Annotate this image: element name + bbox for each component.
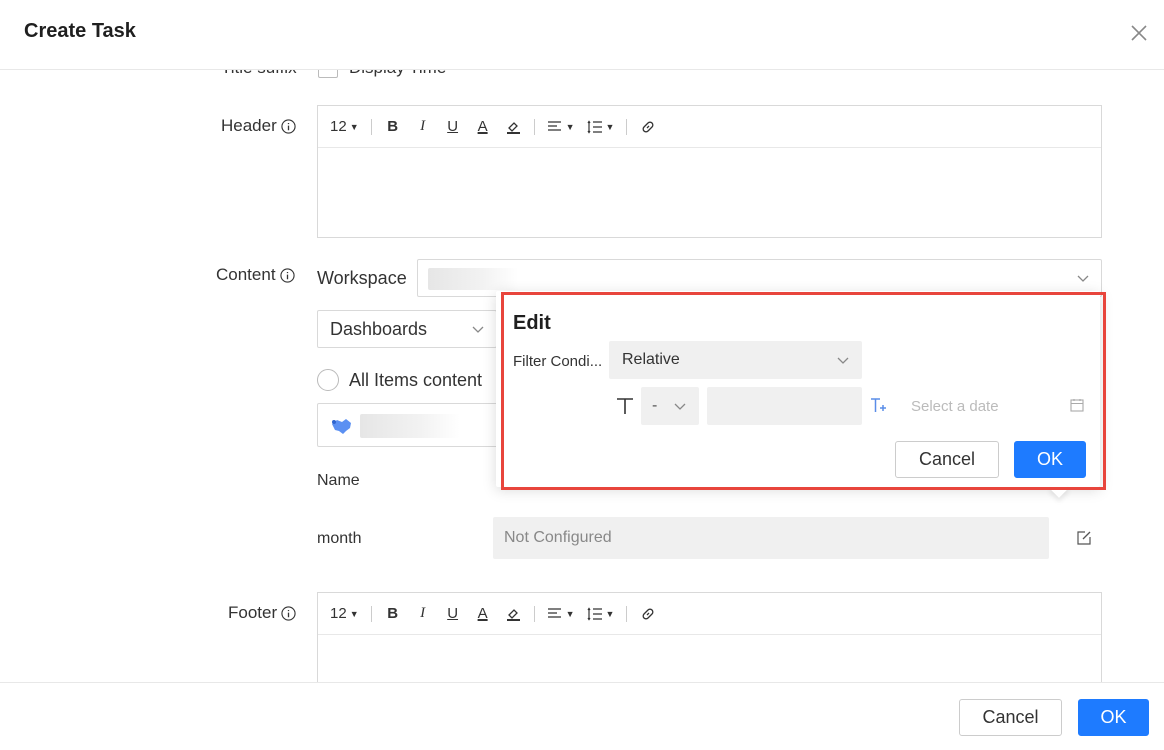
close-icon[interactable] xyxy=(1128,22,1150,44)
operator-value: - xyxy=(652,397,658,414)
font-color-icon[interactable]: A xyxy=(474,116,492,138)
align-icon[interactable]: ▼ xyxy=(547,603,575,625)
divider xyxy=(533,605,535,622)
link-icon[interactable] xyxy=(639,603,657,625)
line-height-icon[interactable]: ▼ xyxy=(587,116,614,138)
ok-button[interactable]: OK xyxy=(1078,699,1149,736)
underline-icon[interactable]: U xyxy=(444,603,462,625)
dashboard-value-redacted xyxy=(360,414,460,438)
edit-popover: Edit Filter Condi... Relative - Select a… xyxy=(496,291,1100,498)
dialog-title: Create Task xyxy=(24,20,136,42)
info-icon[interactable] xyxy=(281,118,296,134)
divider xyxy=(533,118,535,135)
underline-icon[interactable]: U xyxy=(444,116,462,138)
popover-title: Edit xyxy=(513,312,551,334)
display-time-label: Display Time xyxy=(349,70,446,78)
filter-condition-value: Relative xyxy=(622,351,680,368)
info-icon[interactable] xyxy=(281,605,296,621)
all-items-label: All Items content xyxy=(349,370,483,390)
dialog-body[interactable]: Title suffix Display Time Header 12▼ B I… xyxy=(0,70,1164,682)
param-value: Not Configured xyxy=(504,529,612,546)
divider xyxy=(370,605,372,622)
param-value-field[interactable]: Not Configured xyxy=(493,517,1049,559)
title-suffix-label: Title suffix xyxy=(221,70,297,78)
italic-icon[interactable]: I xyxy=(414,603,432,625)
align-icon[interactable]: ▼ xyxy=(547,116,575,138)
italic-icon[interactable]: I xyxy=(414,116,432,138)
footer-editor[interactable]: 12 ▼ B I U A ▼ ▼ xyxy=(317,592,1102,682)
highlight-icon[interactable] xyxy=(504,603,522,625)
chevron-down-icon xyxy=(1077,275,1089,282)
operator-select[interactable]: - xyxy=(641,387,699,425)
param-name: month xyxy=(317,530,362,547)
name-column-header: Name xyxy=(317,472,360,489)
workspace-value-redacted xyxy=(428,268,518,290)
value-input[interactable] xyxy=(707,387,862,425)
divider xyxy=(626,605,628,622)
display-time-checkbox[interactable] xyxy=(318,70,338,78)
chevron-down-icon xyxy=(674,403,686,410)
footer-label: Footer xyxy=(228,603,296,623)
footer-toolbar: 12 ▼ B I U A ▼ ▼ xyxy=(318,593,1101,635)
filter-condition-select[interactable]: Relative xyxy=(609,341,862,379)
text-add-icon[interactable] xyxy=(870,397,888,415)
bold-icon[interactable]: B xyxy=(384,116,402,138)
link-icon[interactable] xyxy=(639,116,657,138)
divider xyxy=(626,118,628,135)
dashboard-map-icon xyxy=(332,419,351,434)
workspace-label: Workspace xyxy=(317,268,407,288)
font-color-icon[interactable]: A xyxy=(474,603,492,625)
line-height-icon[interactable]: ▼ xyxy=(587,603,614,625)
dashboard-select[interactable] xyxy=(317,403,502,447)
header-editor[interactable]: 12 ▼ B I U A ▼ ▼ xyxy=(317,105,1102,238)
all-items-radio[interactable] xyxy=(317,369,339,391)
divider xyxy=(370,118,372,135)
popover-arrow xyxy=(1049,478,1069,498)
header-label: Header xyxy=(221,116,296,136)
dialog-footer: Cancel OK xyxy=(0,682,1164,750)
highlight-icon[interactable] xyxy=(504,116,522,138)
date-placeholder[interactable]: Select a date xyxy=(911,398,999,415)
filter-condition-label: Filter Condi... xyxy=(513,353,603,370)
info-icon[interactable] xyxy=(279,267,295,283)
cancel-button[interactable]: Cancel xyxy=(959,699,1062,736)
chevron-down-icon xyxy=(472,326,484,333)
type-select[interactable]: Dashboards xyxy=(317,310,497,348)
font-size-dropdown[interactable]: 12 ▼ xyxy=(330,603,359,625)
bold-icon[interactable]: B xyxy=(384,603,402,625)
type-select-value: Dashboards xyxy=(330,318,428,339)
popover-ok-button[interactable]: OK xyxy=(1014,441,1086,478)
font-size-dropdown[interactable]: 12 ▼ xyxy=(330,116,359,138)
calendar-icon[interactable] xyxy=(1070,398,1084,412)
popover-cancel-button[interactable]: Cancel xyxy=(895,441,999,478)
edit-icon[interactable] xyxy=(1076,530,1092,546)
dialog-header: Create Task xyxy=(0,0,1164,70)
text-type-icon[interactable] xyxy=(615,397,635,415)
chevron-down-icon xyxy=(837,357,849,364)
content-label: Content xyxy=(216,265,295,285)
header-toolbar: 12 ▼ B I U A ▼ ▼ xyxy=(318,106,1101,148)
